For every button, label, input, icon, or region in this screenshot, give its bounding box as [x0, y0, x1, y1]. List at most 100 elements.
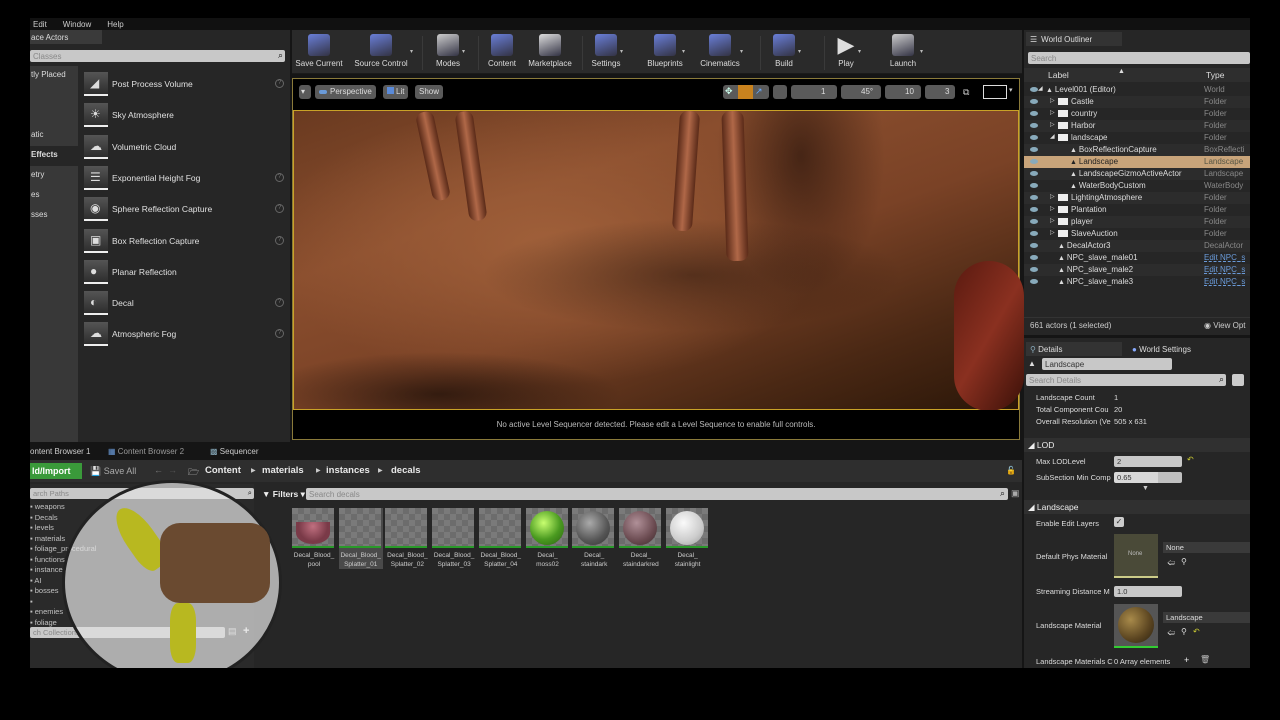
world-outliner-tab[interactable]: ☰ World Outliner: [1026, 32, 1122, 46]
actor-item[interactable]: ☰ Exponential Height Fog?: [84, 165, 284, 192]
help-icon[interactable]: ?: [275, 172, 284, 182]
category-item[interactable]: Effects: [30, 146, 78, 166]
visibility-eye-icon[interactable]: [1030, 111, 1038, 116]
streaming-distance-input[interactable]: 1.0: [1114, 586, 1182, 597]
outliner-row[interactable]: ▲ Landscape Landscape: [1024, 156, 1250, 168]
visibility-eye-icon[interactable]: [1030, 195, 1038, 200]
dropdown-caret-icon[interactable]: ▾: [682, 48, 685, 55]
actor-item[interactable]: ◐ Decal?: [84, 291, 284, 317]
asset-tile[interactable]: Decal_Blood_ Splatter_02: [385, 508, 429, 569]
outliner-row[interactable]: ▷ SlaveAuction Folder: [1024, 228, 1250, 240]
content-button[interactable]: Content: [484, 34, 520, 68]
translate-icon[interactable]: ✥: [725, 86, 733, 97]
actor-item[interactable]: ◉ Sphere Reflection Capture?: [84, 197, 284, 223]
layout-button[interactable]: [983, 85, 1007, 99]
collapsed-arrow-icon[interactable]: ▷: [1050, 205, 1055, 212]
show-button[interactable]: Show: [415, 85, 444, 99]
outliner-row[interactable]: ▷ player Folder: [1024, 216, 1250, 228]
dropdown-caret-icon[interactable]: ▾: [462, 48, 465, 55]
visibility-eye-icon[interactable]: [1030, 147, 1038, 152]
outliner-row[interactable]: ◢ ▲ Level001 (Editor) World: [1024, 84, 1250, 96]
breadcrumb-instances[interactable]: instances: [326, 465, 370, 476]
view-options-button[interactable]: ◉ View Opt: [1204, 321, 1246, 330]
expanded-arrow-icon[interactable]: ◢: [1050, 133, 1055, 140]
outliner-row[interactable]: ▲ NPC_slave_male2 Edit NPC_s: [1024, 264, 1250, 276]
help-icon[interactable]: ?: [275, 298, 284, 308]
scale-icon[interactable]: ↗: [755, 86, 763, 97]
outliner-search-input[interactable]: Search: [1028, 52, 1250, 64]
reset-to-default-icon[interactable]: ↶: [1187, 455, 1194, 464]
use-selected-arrow-icon[interactable]: 🢠: [1167, 627, 1175, 641]
breadcrumb-separator-icon[interactable]: ▶: [316, 467, 321, 474]
phys-material-thumbnail[interactable]: None: [1114, 534, 1158, 578]
landscape-section-header[interactable]: ◢ Landscape: [1024, 500, 1250, 514]
outliner-row[interactable]: ▲ DecalActor3 DecalActor: [1024, 240, 1250, 252]
cinematics-button[interactable]: Cinematics: [694, 34, 746, 68]
layout-dropdown-icon[interactable]: ▾: [1009, 86, 1013, 94]
edit-blueprint-link[interactable]: Edit NPC_s: [1204, 277, 1250, 286]
viewport-options-button[interactable]: ▾: [299, 85, 311, 99]
outliner-row[interactable]: ▲ NPC_slave_male01 Edit NPC_s: [1024, 252, 1250, 264]
outliner-row[interactable]: ▲ WaterBodyCustom WaterBody: [1024, 180, 1250, 192]
outliner-row[interactable]: ▲ BoxReflectionCapture BoxReflecti: [1024, 144, 1250, 156]
expanded-arrow-icon[interactable]: ◢: [1038, 85, 1043, 92]
asset-tile[interactable]: Decal_Blood_ pool: [292, 508, 336, 569]
category-item[interactable]: atic: [30, 126, 78, 146]
breadcrumb-separator-icon[interactable]: ▶: [251, 467, 256, 474]
subsection-slider[interactable]: 0.65: [1114, 472, 1182, 483]
breadcrumb-content[interactable]: Content: [205, 465, 241, 476]
help-icon[interactable]: ?: [275, 235, 284, 245]
actor-item[interactable]: ▣ Box Reflection Capture?: [84, 228, 284, 255]
save-button[interactable]: Save Current: [294, 34, 344, 68]
actor-item[interactable]: ☀ Sky Atmosphere: [84, 103, 284, 129]
visibility-eye-icon[interactable]: [1030, 87, 1038, 92]
dropdown-caret-icon[interactable]: ▾: [858, 48, 861, 55]
tab-content-browser-1[interactable]: ontent Browser 1: [30, 447, 90, 456]
details-tab[interactable]: ⚲ Details: [1026, 342, 1122, 356]
max-lod-input[interactable]: 2: [1114, 456, 1182, 467]
phys-material-dropdown[interactable]: None: [1163, 542, 1250, 553]
details-search-input[interactable]: Search Details ⌕: [1026, 374, 1226, 386]
coordinate-space-button[interactable]: [773, 85, 787, 99]
filters-button[interactable]: ▼ Filters ▾: [262, 489, 305, 500]
menu-edit[interactable]: Edit: [33, 20, 47, 29]
collapsed-arrow-icon[interactable]: ▷: [1050, 109, 1055, 116]
collapsed-arrow-icon[interactable]: ▷: [1050, 217, 1055, 224]
asset-tile[interactable]: Decal_ stainlight: [665, 508, 710, 569]
class-search-input[interactable]: Classes ⌕: [30, 50, 285, 62]
outliner-row[interactable]: ▷ Plantation Folder: [1024, 204, 1250, 216]
add-element-icon[interactable]: +: [1184, 655, 1189, 665]
edit-blueprint-link[interactable]: Edit NPC_s: [1204, 265, 1250, 274]
asset-tile[interactable]: Decal_Blood_ Splatter_01: [338, 508, 383, 569]
outliner-row[interactable]: ▷ Harbor Folder: [1024, 120, 1250, 132]
visibility-eye-icon[interactable]: [1030, 243, 1038, 248]
category-item[interactable]: es: [30, 186, 78, 206]
property-matrix-button[interactable]: [1232, 374, 1244, 386]
advanced-expand-icon[interactable]: ▼: [1142, 485, 1149, 492]
browse-icon[interactable]: ⚲: [1181, 557, 1187, 566]
dropdown-caret-icon[interactable]: ▾: [620, 48, 623, 55]
outliner-row[interactable]: ▷ country Folder: [1024, 108, 1250, 120]
asset-search-input[interactable]: Search decals ⌕: [306, 488, 1008, 500]
tab-sequencer[interactable]: ▩ Sequencer: [210, 447, 258, 456]
dropdown-caret-icon[interactable]: ▾: [798, 48, 801, 55]
tab-content-browser-2[interactable]: ▦ Content Browser 2: [108, 447, 184, 456]
visibility-eye-icon[interactable]: [1030, 183, 1038, 188]
actor-item[interactable]: ◢ Post Process Volume?: [84, 72, 284, 98]
actor-item[interactable]: ☁ Atmospheric Fog?: [84, 322, 284, 348]
trash-icon[interactable]: 🗑: [1200, 655, 1210, 664]
outliner-row[interactable]: ▲ NPC_slave_male3 Edit NPC_s: [1024, 276, 1250, 288]
asset-tile[interactable]: Decal_ staindark: [572, 508, 616, 569]
lod-section-header[interactable]: ◢ LOD: [1024, 438, 1250, 452]
back-arrow-icon[interactable]: ←: [154, 465, 163, 475]
actor-item[interactable]: ☁ Volumetric Cloud: [84, 134, 284, 161]
folder-icon[interactable]: 🗁: [188, 465, 199, 481]
lit-button[interactable]: Lit: [383, 85, 409, 99]
world-settings-tab[interactable]: ● World Settings: [1128, 342, 1224, 356]
visibility-eye-icon[interactable]: [1030, 231, 1038, 236]
category-item[interactable]: tly Placed: [30, 66, 78, 86]
browse-icon[interactable]: ⚲: [1181, 627, 1187, 636]
object-name-input[interactable]: Landscape: [1042, 358, 1172, 370]
visibility-eye-icon[interactable]: [1030, 207, 1038, 212]
visibility-eye-icon[interactable]: [1030, 171, 1038, 176]
